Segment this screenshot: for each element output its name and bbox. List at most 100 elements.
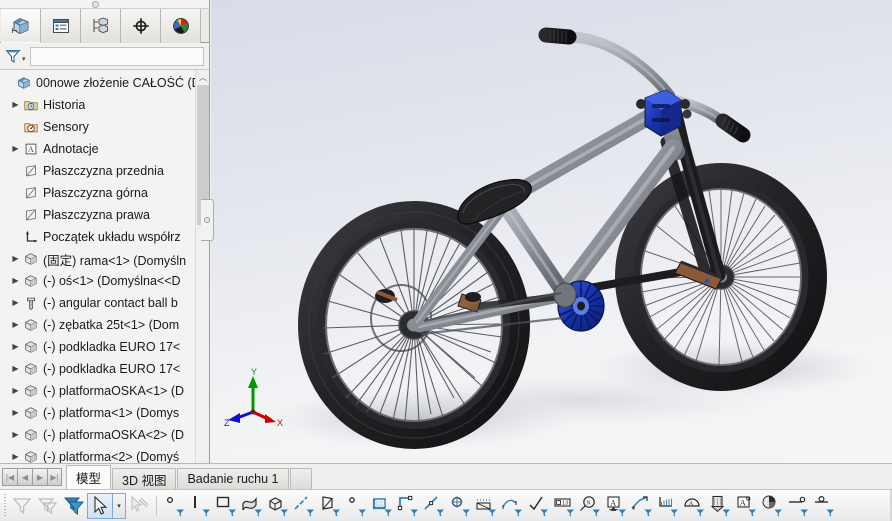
tree-item-1[interactable]: Sensory — [0, 116, 196, 138]
selection-filter-toolbar: ▾ 13 N A A A — [0, 489, 892, 521]
expand-arrow-icon[interactable]: ▶ — [9, 380, 22, 402]
nav-first-button[interactable]: |◀ — [2, 468, 17, 486]
filter-sketches-button[interactable] — [369, 493, 395, 519]
property-manager-tab[interactable] — [41, 9, 81, 43]
triad-z-label: Z — [224, 418, 230, 428]
svg-text:N: N — [586, 500, 591, 506]
document-tab-1[interactable]: 3D 视图 — [112, 468, 177, 489]
expand-arrow-icon[interactable]: ▶ — [9, 336, 22, 358]
filter-annotations-button[interactable]: A — [603, 493, 629, 519]
tree-item-4[interactable]: Płaszczyzna górna — [0, 182, 196, 204]
expand-arrow-icon[interactable]: ▶ — [9, 358, 22, 380]
feature-manager-tab[interactable] — [1, 9, 41, 43]
tree-item-12[interactable]: ▶ (-) podkladka EURO 17< — [0, 358, 196, 380]
expand-arrow-icon[interactable]: ▶ — [9, 248, 22, 270]
filter-vertices-button[interactable] — [161, 493, 187, 519]
filter-datums-button[interactable]: A — [681, 493, 707, 519]
filter-solid-bodies-button[interactable] — [265, 493, 291, 519]
filter-dimensions-button[interactable] — [499, 493, 525, 519]
tree-item-14[interactable]: ▶ (-) platforma<1> (Domys — [0, 402, 196, 424]
tree-item-3[interactable]: Płaszczyzna przednia — [0, 160, 196, 182]
dimension-filter-icon — [502, 499, 522, 516]
filter-appearance-button[interactable] — [759, 493, 785, 519]
dimxpert-manager-tab[interactable] — [121, 9, 161, 43]
tree-item-15[interactable]: ▶ (-) platformaOSKA<2> (D — [0, 424, 196, 446]
expand-arrow-icon[interactable]: ▶ — [9, 314, 22, 336]
leader-filter-icon — [631, 495, 652, 516]
bolt-icon — [22, 294, 40, 312]
filter-weld-symbols-button[interactable] — [707, 493, 733, 519]
filter-balloons-button[interactable]: N — [577, 493, 603, 519]
filter-midpoints-button[interactable] — [421, 493, 447, 519]
part-icon — [22, 272, 40, 290]
tree-scroll-up-button[interactable]: ︿ — [196, 70, 209, 84]
filter-leaders-button[interactable] — [629, 493, 655, 519]
filter-planes-button[interactable] — [317, 493, 343, 519]
appearance-filter-icon — [762, 495, 782, 516]
toolbar-drag-grip[interactable] — [1, 493, 9, 518]
panel-splitter-handle[interactable] — [201, 199, 214, 241]
filter-edges-button[interactable] — [187, 493, 213, 519]
tree-vertical-scrollbar[interactable]: ︿ ﹀ — [195, 70, 209, 474]
filter-all-button[interactable] — [61, 493, 87, 519]
tree-root-row[interactable]: 00nowe złożenie CAŁOŚĆ (D — [0, 72, 196, 94]
filter-connection-point-button[interactable] — [785, 493, 811, 519]
tree-item-8[interactable]: ▶ (-) oś<1> (Domyślna<<D — [0, 270, 196, 292]
center-mark-filter-icon — [451, 495, 470, 516]
tree-item-7[interactable]: ▶ (固定) rama<1> (Domyśln — [0, 248, 196, 270]
tree-item-label: (-) platformaOSKA<2> (D — [43, 428, 185, 442]
document-tab-0[interactable]: 模型 — [66, 465, 112, 489]
graphics-viewport[interactable]: Y X Z — [211, 0, 892, 463]
nav-previous-button[interactable]: ◀ — [17, 468, 32, 486]
expand-arrow-icon[interactable]: ▶ — [9, 402, 22, 424]
tree-filter-input[interactable] — [29, 46, 204, 66]
filter-blocks-button[interactable]: A — [733, 493, 759, 519]
filter-centerlines-button[interactable] — [473, 493, 499, 519]
filter-off-button[interactable] — [35, 493, 61, 519]
nav-next-button[interactable]: ▶ — [32, 468, 47, 486]
filter-funnel-icon[interactable] — [2, 45, 24, 67]
expand-arrow-icon[interactable]: ▶ — [9, 270, 22, 292]
tree-item-0[interactable]: ▶ Historia — [0, 94, 196, 116]
tree-item-label: Płaszczyzna przednia — [43, 164, 164, 178]
expand-arrow-icon[interactable]: ▶ — [9, 138, 22, 160]
filter-hatch-button[interactable] — [655, 493, 681, 519]
expand-arrow-icon[interactable]: ▶ — [9, 94, 22, 116]
filter-dropdown-caret[interactable]: ▾ — [22, 55, 26, 63]
tree-item-6[interactable]: Początek układu współrz — [0, 226, 196, 248]
tree-item-5[interactable]: Płaszczyzna prawa — [0, 204, 196, 226]
panel-pin-icon[interactable] — [92, 1, 99, 8]
select-tool-button-dropdown-caret[interactable]: ▾ — [113, 492, 126, 519]
tree-item-10[interactable]: ▶ (-) zębatka 25t<1> (Dom — [0, 314, 196, 336]
select-tool-button[interactable] — [87, 492, 113, 519]
point-filter-icon — [166, 496, 184, 516]
expand-arrow-icon[interactable]: ▶ — [9, 292, 22, 314]
filter-route-point-button[interactable] — [811, 493, 837, 519]
filter-clear-button[interactable] — [9, 493, 35, 519]
display-manager-tab[interactable] — [161, 9, 201, 43]
filter-sketch-points-button[interactable] — [343, 493, 369, 519]
tree-item-13[interactable]: ▶ (-) platformaOSKA<1> (D — [0, 380, 196, 402]
tree-row-list: ▶ Historia Sensory ▶ A Adnotacje Płaszczyzna p… — [0, 94, 196, 468]
surface-filter-icon — [242, 496, 262, 516]
tree-item-label: (-) podkladka EURO 17< — [43, 340, 181, 354]
filter-notes-button[interactable]: 13 — [551, 493, 577, 519]
filter-center-marks-button[interactable] — [447, 493, 473, 519]
annotations-icon: A — [22, 140, 40, 158]
filter-faces-button[interactable] — [213, 493, 239, 519]
document-tab-2[interactable]: Badanie ruchu 1 — [177, 468, 289, 489]
configuration-manager-tab[interactable] — [81, 9, 121, 43]
tree-item-2[interactable]: ▶ A Adnotacje — [0, 138, 196, 160]
filter-surface-finish-button[interactable] — [525, 493, 551, 519]
filter-axes-button[interactable] — [291, 493, 317, 519]
block-filter-icon: A — [737, 495, 756, 516]
tree-item-9[interactable]: ▶ (-) angular contact ball b — [0, 292, 196, 314]
axis-filter-icon — [294, 495, 314, 516]
filter-sketch-segments-button[interactable] — [395, 493, 421, 519]
nav-last-button[interactable]: ▶| — [47, 468, 62, 486]
expand-arrow-icon[interactable]: ▶ — [9, 424, 22, 446]
tree-item-11[interactable]: ▶ (-) podkladka EURO 17< — [0, 336, 196, 358]
solid-body-filter-icon — [269, 496, 288, 516]
filter-surface-bodies-button[interactable] — [239, 493, 265, 519]
select-other-button[interactable] — [126, 493, 152, 519]
